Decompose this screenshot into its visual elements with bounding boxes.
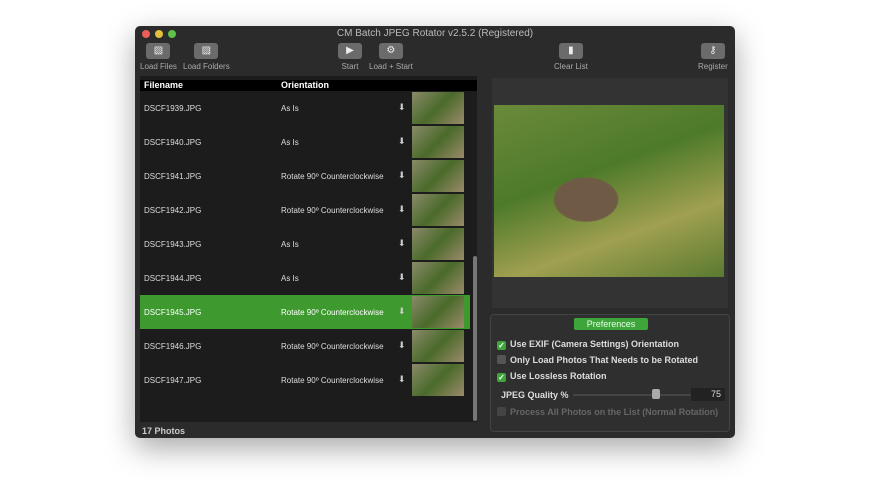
thumbnail: [412, 160, 464, 192]
table-row[interactable]: DSCF1943.JPG As Is ⬇: [140, 227, 470, 261]
preferences-panel: Preferences ✓ Use EXIF (Camera Settings) …: [490, 314, 730, 432]
arrow-down-icon[interactable]: ⬇: [398, 102, 406, 113]
thumbnail: [412, 262, 464, 294]
load-start-label: Load + Start: [369, 62, 413, 71]
row-orientation[interactable]: Rotate 90º Counterclockwise: [281, 342, 384, 351]
checkbox-empty-icon: [497, 355, 506, 364]
load-folders-label: Load Folders: [183, 62, 230, 71]
checkmark-icon: ✓: [497, 341, 506, 350]
slider-knob[interactable]: [651, 389, 660, 399]
row-orientation[interactable]: As Is: [281, 240, 299, 249]
jpeg-quality-label: JPEG Quality %: [501, 390, 569, 400]
table-row[interactable]: DSCF1947.JPG Rotate 90º Counterclockwise ⬇: [140, 363, 470, 397]
document-icon: ▮: [558, 43, 583, 59]
only-load-label: Only Load Photos That Needs to be Rotate…: [510, 355, 699, 365]
scrollbar[interactable]: [473, 256, 477, 421]
row-orientation[interactable]: Rotate 90º Counterclockwise: [281, 172, 384, 181]
thumbnail: [412, 364, 464, 396]
header-filename[interactable]: Filename: [144, 80, 183, 90]
table-row[interactable]: DSCF1946.JPG Rotate 90º Counterclockwise ⬇: [140, 329, 470, 363]
arrow-down-icon[interactable]: ⬇: [398, 170, 406, 181]
lossless-checkbox[interactable]: ✓ Use Lossless Rotation: [497, 371, 607, 382]
register-button[interactable]: ⚷ Register: [698, 43, 728, 71]
image-icon: ▨: [146, 43, 171, 59]
register-label: Register: [698, 62, 728, 71]
row-filename: DSCF1939.JPG: [144, 104, 202, 113]
process-all-label: Process All Photos on the List (Normal R…: [510, 407, 719, 417]
thumbnail: [412, 92, 464, 124]
list-header: Filename Orientation: [140, 80, 477, 91]
file-list[interactable]: Filename Orientation DSCF1939.JPG As Is ⬇ D…: [140, 76, 477, 422]
gear-icon: ⚙: [378, 43, 403, 59]
row-filename: DSCF1947.JPG: [144, 376, 202, 385]
use-exif-checkbox[interactable]: ✓ Use EXIF (Camera Settings) Orientation: [497, 339, 679, 350]
table-row[interactable]: DSCF1945.JPG Rotate 90º Counterclockwise ⬇: [140, 295, 470, 329]
arrow-down-icon[interactable]: ⬇: [398, 136, 406, 147]
load-start-button[interactable]: ⚙ Load + Start: [369, 43, 413, 71]
key-icon: ⚷: [700, 43, 725, 59]
row-orientation[interactable]: As Is: [281, 138, 299, 147]
row-orientation[interactable]: Rotate 90º Counterclockwise: [281, 376, 384, 385]
arrow-down-icon[interactable]: ⬇: [398, 340, 406, 351]
load-files-button[interactable]: ▨ Load Files: [140, 43, 177, 71]
table-row[interactable]: DSCF1940.JPG As Is ⬇: [140, 125, 470, 159]
arrow-down-icon[interactable]: ⬇: [398, 204, 406, 215]
arrow-down-icon[interactable]: ⬇: [398, 238, 406, 249]
row-filename: DSCF1941.JPG: [144, 172, 202, 181]
checkmark-icon: ✓: [497, 373, 506, 382]
preview-pane: [492, 78, 728, 308]
app-window: CM Batch JPEG Rotator v2.5.2 (Registered…: [135, 26, 735, 438]
load-folders-button[interactable]: ▨ Load Folders: [183, 43, 230, 71]
row-filename: DSCF1942.JPG: [144, 206, 202, 215]
row-filename: DSCF1945.JPG: [144, 308, 202, 317]
arrow-down-icon[interactable]: ⬇: [398, 306, 406, 317]
table-row[interactable]: DSCF1941.JPG Rotate 90º Counterclockwise ⬇: [140, 159, 470, 193]
window-title: CM Batch JPEG Rotator v2.5.2 (Registered…: [336, 28, 534, 39]
row-filename: DSCF1944.JPG: [144, 274, 202, 283]
header-orientation[interactable]: Orientation: [281, 80, 329, 90]
clear-list-button[interactable]: ▮ Clear List: [554, 43, 588, 71]
photo-count: 17 Photos: [142, 426, 186, 436]
row-filename: DSCF1946.JPG: [144, 342, 202, 351]
jpeg-quality-value[interactable]: 75: [691, 388, 725, 401]
row-orientation[interactable]: Rotate 90º Counterclockwise: [281, 206, 384, 215]
checkbox-empty-icon: [497, 407, 506, 416]
preferences-button[interactable]: Preferences: [574, 318, 648, 330]
load-files-label: Load Files: [140, 62, 177, 71]
lossless-label: Use Lossless Rotation: [510, 371, 607, 381]
process-all-checkbox: Process All Photos on the List (Normal R…: [497, 407, 718, 417]
play-icon: ▶: [338, 43, 362, 59]
thumbnail: [412, 126, 464, 158]
preview-image: [494, 105, 724, 277]
thumbnail: [412, 330, 464, 362]
row-orientation[interactable]: As Is: [281, 274, 299, 283]
thumbnail: [412, 228, 464, 260]
background: [0, 0, 97, 490]
row-filename: DSCF1943.JPG: [144, 240, 202, 249]
start-label: Start: [341, 62, 359, 71]
folder-image-icon: ▨: [194, 43, 219, 59]
table-row[interactable]: DSCF1944.JPG As Is ⬇: [140, 261, 470, 295]
row-orientation[interactable]: Rotate 90º Counterclockwise: [281, 308, 384, 317]
table-row[interactable]: DSCF1942.JPG Rotate 90º Counterclockwise ⬇: [140, 193, 470, 227]
only-load-checkbox[interactable]: Only Load Photos That Needs to be Rotate…: [497, 355, 698, 365]
thumbnail: [412, 296, 464, 328]
jpeg-quality-slider[interactable]: [573, 389, 691, 399]
start-button[interactable]: ▶ Start: [338, 43, 362, 71]
row-orientation[interactable]: As Is: [281, 104, 299, 113]
use-exif-label: Use EXIF (Camera Settings) Orientation: [510, 339, 680, 349]
table-row[interactable]: DSCF1939.JPG As Is ⬇: [140, 91, 470, 125]
thumbnail: [412, 194, 464, 226]
row-filename: DSCF1940.JPG: [144, 138, 202, 147]
arrow-down-icon[interactable]: ⬇: [398, 272, 406, 283]
arrow-down-icon[interactable]: ⬇: [398, 374, 406, 385]
clear-list-label: Clear List: [554, 62, 588, 71]
